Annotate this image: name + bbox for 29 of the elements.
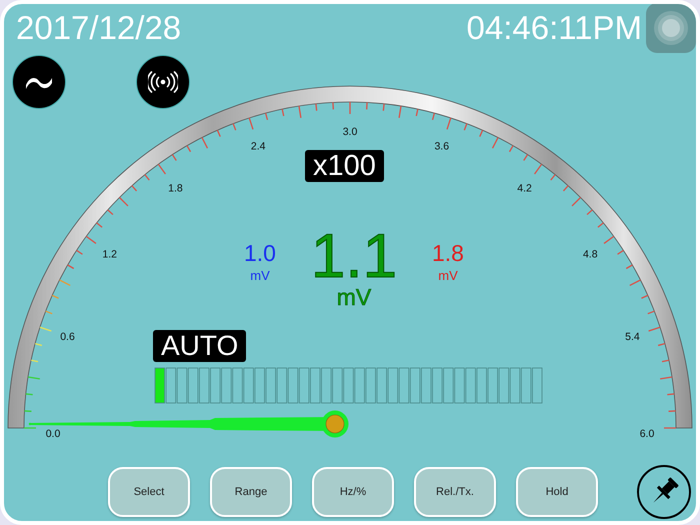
assistive-touch-button[interactable] <box>646 4 696 53</box>
max-value: 1.8 <box>432 240 464 266</box>
scale-label: 1.8 <box>168 182 183 195</box>
scale-label: 6.0 <box>640 428 654 440</box>
multiplier-label: x100 <box>305 150 384 182</box>
function-button[interactable]: Range <box>210 467 292 517</box>
min-value: 1.0 <box>244 240 276 266</box>
scale-label: 1.2 <box>102 248 118 260</box>
function-button[interactable]: Select <box>108 467 190 517</box>
date-label: 2017/12/28 <box>16 8 182 48</box>
function-button[interactable]: Rel./Tx. <box>414 467 496 517</box>
function-button[interactable]: Hold <box>516 467 598 517</box>
broadcast-icon <box>148 71 178 93</box>
function-button[interactable]: Hz/% <box>312 467 394 517</box>
range-mode-label: AUTO <box>153 330 246 362</box>
scale-label: 2.4 <box>250 140 266 153</box>
scale-label: 5.4 <box>625 331 640 344</box>
scale-label: 3.0 <box>342 126 358 138</box>
scale-label: 4.2 <box>517 182 532 195</box>
scale-label: 3.6 <box>434 140 450 153</box>
min-unit: mV <box>250 267 270 285</box>
scale-label: 0.0 <box>46 428 60 440</box>
ac-mode-button[interactable] <box>12 55 66 109</box>
pin-button[interactable] <box>637 465 691 519</box>
max-unit: mV <box>438 267 458 285</box>
scale-label: 4.8 <box>582 248 598 260</box>
time-label: 04:46:11PM <box>466 8 642 48</box>
wireless-button[interactable] <box>136 55 190 109</box>
scale-label: 0.6 <box>60 331 75 344</box>
